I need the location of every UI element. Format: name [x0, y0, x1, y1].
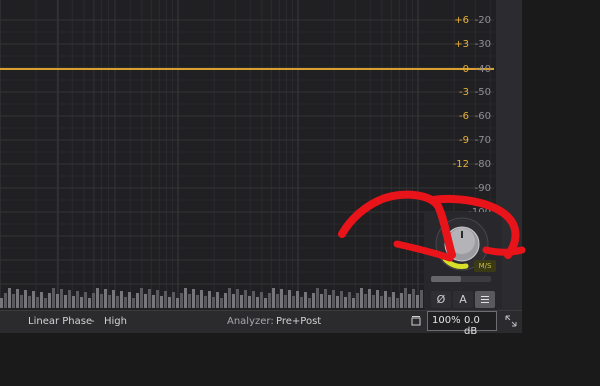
gain-slider-fill — [431, 276, 461, 282]
analyzer-value[interactable]: Pre+Post — [276, 316, 321, 327]
db-label: -80 — [475, 159, 491, 170]
gain-label: -6 — [459, 111, 469, 122]
quality-setting[interactable]: High — [104, 316, 127, 327]
gain-slider[interactable] — [431, 276, 491, 282]
zoom-output-display[interactable]: 100% 0.0 dB — [427, 311, 497, 337]
db-label: -50 — [475, 87, 491, 98]
gain-label: -3 — [459, 87, 469, 98]
gain-label: +6 — [454, 15, 469, 26]
output-gain-value[interactable]: 0.0 dB — [464, 315, 496, 337]
db-label: -20 — [475, 15, 491, 26]
menu-lines-icon — [481, 296, 489, 303]
expand-icon[interactable] — [504, 314, 518, 328]
mode-separator: - — [91, 316, 95, 327]
db-label: -40 — [475, 64, 491, 75]
gain-grid — [0, 19, 494, 297]
phase-invert-button[interactable]: Ø — [431, 291, 451, 308]
spectrum-analyzer — [0, 288, 495, 308]
analyzer-label: Analyzer: — [227, 316, 274, 327]
ms-badge[interactable]: M/S — [474, 260, 496, 272]
zoom-value[interactable]: 100% — [432, 315, 461, 326]
db-label: -60 — [475, 111, 491, 122]
db-label: -90 — [475, 183, 491, 194]
menu-button[interactable] — [475, 291, 495, 308]
gain-label: +3 — [454, 39, 469, 50]
eq-display-panel: +6 +3 0 -3 -6 -9 -12 -20 -30 -40 -50 -60… — [0, 0, 522, 337]
frequency-grid — [0, 0, 491, 308]
bypass-icon[interactable] — [409, 314, 423, 328]
gain-label: -12 — [453, 159, 469, 170]
auto-gain-button[interactable]: A — [453, 291, 473, 308]
gain-label: 0 — [463, 64, 469, 75]
gain-label: -9 — [459, 135, 469, 146]
db-label: -70 — [475, 135, 491, 146]
db-label: -30 — [475, 39, 491, 50]
processing-mode[interactable]: Linear Phase — [28, 316, 92, 327]
